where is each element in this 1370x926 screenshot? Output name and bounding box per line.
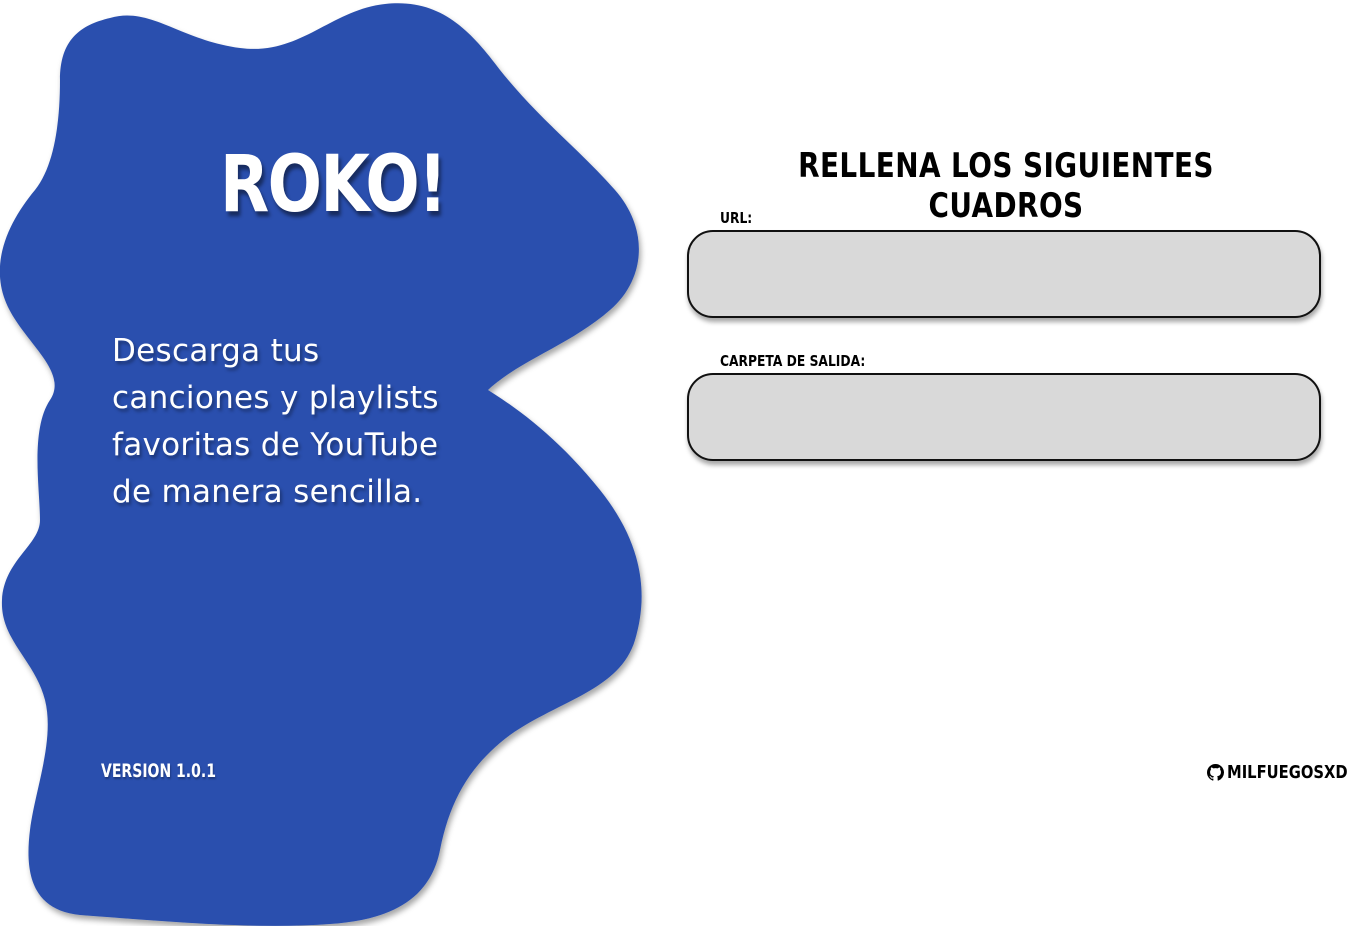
app-title: ROKO! — [220, 140, 447, 230]
form-heading: Rellena los siguientes cuadros — [798, 146, 1214, 226]
github-link[interactable]: milfuegosxd — [1206, 762, 1360, 783]
url-input[interactable] — [687, 230, 1321, 318]
version-label: Version 1.0.1 — [101, 760, 216, 782]
app-window: ROKO! Descarga tus canciones y playlists… — [0, 0, 1370, 926]
github-icon — [1206, 764, 1224, 781]
output-folder-input[interactable] — [687, 373, 1321, 461]
output-folder-label: Carpeta de salida: — [720, 352, 866, 370]
url-label: URL: — [720, 209, 753, 227]
app-tagline: Descarga tus canciones y playlists favor… — [112, 333, 439, 510]
github-username: milfuegosxd — [1226, 762, 1348, 783]
